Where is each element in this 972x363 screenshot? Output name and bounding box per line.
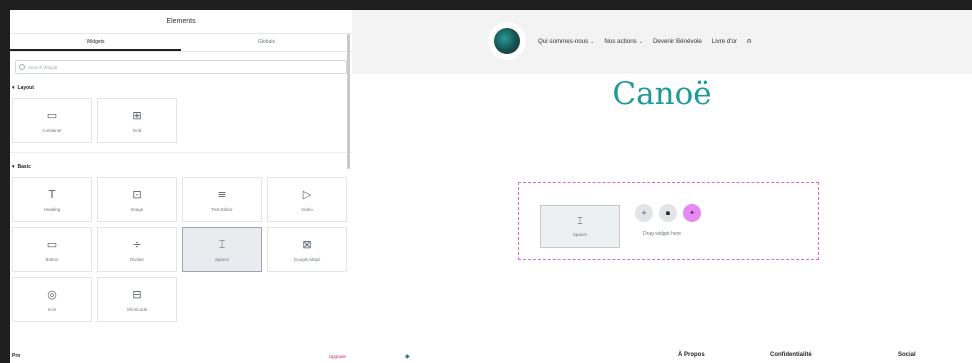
search-input[interactable]: Search Widget xyxy=(15,60,347,74)
widget-grid[interactable]: ⊞ Grid xyxy=(97,98,177,143)
widget-video[interactable]: ▷ Video xyxy=(267,177,347,222)
widget-spacer[interactable]: ⌶ Spacer xyxy=(182,227,262,272)
plus-icon: + xyxy=(641,209,647,217)
spacer-label: Spacer xyxy=(572,232,588,237)
video-icon: ▷ xyxy=(302,187,312,201)
widget-label: Image xyxy=(130,206,144,212)
nav-item-qui-sommes-nous[interactable]: Qui sommes-nous ⌄ xyxy=(538,38,594,45)
icon-icon: ◎ xyxy=(47,287,57,301)
widget-label: Icon xyxy=(47,306,57,312)
panel-tabs: Widgets Globals xyxy=(10,34,352,52)
template-library-button[interactable]: ▪ xyxy=(659,204,677,222)
widget-heading[interactable]: T Heading xyxy=(12,177,92,222)
widget-image[interactable]: ⊡ Image xyxy=(97,177,177,222)
map-icon: ⊠ xyxy=(302,237,312,251)
folder-icon: ▪ xyxy=(665,209,671,217)
tab-globals[interactable]: Globals xyxy=(181,34,352,51)
widget-button[interactable]: ▭ Button xyxy=(12,227,92,272)
widget-container[interactable]: ▭ Container xyxy=(12,98,92,143)
spacer-icon: ⌶ xyxy=(218,237,226,251)
widget-label: Video xyxy=(301,206,313,212)
site-nav: Qui sommes-nous ⌄ Nos actions ⌄ Devenir Bé… xyxy=(538,37,751,46)
nav-item-nos-actions[interactable]: Nos actions ⌄ xyxy=(604,38,643,45)
nav-item-devenir-benevole[interactable]: Devenir Bénévole xyxy=(653,38,702,45)
editor-window: Elements Widgets Globals Search Widget ▾… xyxy=(0,0,972,363)
nav-label: Qui sommes-nous xyxy=(538,38,589,45)
ai-button[interactable]: ✦ xyxy=(683,204,701,222)
widget-label: Button xyxy=(45,256,59,262)
nav-label: Nos actions xyxy=(604,38,637,45)
section-pro-header[interactable]: Pro Upgrade xyxy=(10,349,352,363)
divider-icon: ÷ xyxy=(132,237,142,251)
footer-logo-icon: ◆ xyxy=(405,353,410,360)
spacer-widget-placeholder[interactable]: ⌶ Spacer xyxy=(540,205,620,248)
shortcode-icon: ⊟ xyxy=(132,287,142,301)
widget-divider[interactable]: ÷ Divider xyxy=(97,227,177,272)
widget-icon[interactable]: ◎ Icon xyxy=(12,277,92,322)
basic-widget-grid: T Heading ⊡ Image ≡ Text Editor ▷ Video … xyxy=(12,177,352,322)
page-title: Canoë xyxy=(612,76,712,112)
section-divider xyxy=(10,152,352,153)
widget-shortcode[interactable]: ⊟ Shortcode xyxy=(97,277,177,322)
widget-label: Divider xyxy=(129,256,144,262)
section-pro-title: Pro xyxy=(12,353,21,359)
button-icon: ▭ xyxy=(46,237,58,251)
layout-widget-grid: ▭ Container ⊞ Grid xyxy=(12,98,352,143)
site-footer: ◆ À Propos Confidentialité Social xyxy=(352,349,972,363)
caret-down-icon: ▾ xyxy=(12,85,15,91)
widget-label: Shortcode xyxy=(126,306,148,312)
container-icon: ▭ xyxy=(46,108,58,122)
drag-widget-hint: Drag widget here xyxy=(643,231,682,237)
search-icon xyxy=(19,64,25,70)
site-logo[interactable] xyxy=(488,22,526,60)
grid-icon: ⊞ xyxy=(132,108,142,122)
image-icon: ⊡ xyxy=(132,187,142,201)
page-preview: Qui sommes-nous ⌄ Nos actions ⌄ Devenir Bé… xyxy=(352,10,972,363)
upgrade-link[interactable]: Upgrade xyxy=(329,354,346,359)
widget-google-maps[interactable]: ⊠ Google Maps xyxy=(267,227,347,272)
site-header: Qui sommes-nous ⌄ Nos actions ⌄ Devenir Bé… xyxy=(352,10,972,74)
widget-text-editor[interactable]: ≡ Text Editor xyxy=(182,177,262,222)
section-basic-title: Basic xyxy=(17,164,31,170)
elements-panel: Elements Widgets Globals Search Widget ▾… xyxy=(10,10,352,363)
add-section-button[interactable]: + xyxy=(635,204,653,222)
search-placeholder: Search Widget xyxy=(28,64,58,70)
spacer-icon: ⌶ xyxy=(577,216,583,227)
chevron-down-icon: ⌄ xyxy=(590,39,595,45)
chevron-down-icon: ⌄ xyxy=(638,39,643,45)
add-section-controls: + ▪ ✦ xyxy=(635,204,707,222)
widget-label: Heading xyxy=(43,206,61,212)
widget-label: Spacer xyxy=(214,256,230,262)
caret-down-icon: ▾ xyxy=(12,164,15,170)
widget-label: Grid xyxy=(132,127,142,133)
sparkle-icon: ✦ xyxy=(689,209,695,217)
user-icon[interactable]: ⍝ xyxy=(747,37,751,46)
section-basic-header[interactable]: ▾ Basic xyxy=(12,163,352,171)
section-layout-title: Layout xyxy=(17,85,34,91)
tab-widgets[interactable]: Widgets xyxy=(10,34,181,51)
footer-link-a-propos[interactable]: À Propos xyxy=(678,352,705,358)
footer-link-confidentialite[interactable]: Confidentialité xyxy=(770,352,812,358)
logo-icon xyxy=(494,28,520,54)
footer-link-social[interactable]: Social xyxy=(898,352,916,358)
panel-scrollbar[interactable] xyxy=(347,34,350,169)
section-layout-header[interactable]: ▾ Layout xyxy=(12,84,352,92)
widget-label: Google Maps xyxy=(293,256,321,262)
nav-item-livre-dor[interactable]: Livre d'or xyxy=(712,38,737,45)
text-editor-icon: ≡ xyxy=(217,187,227,201)
widget-label: Container xyxy=(42,127,62,133)
panel-title: Elements xyxy=(10,10,352,34)
heading-icon: T xyxy=(48,187,56,201)
widget-label: Text Editor xyxy=(211,206,233,212)
